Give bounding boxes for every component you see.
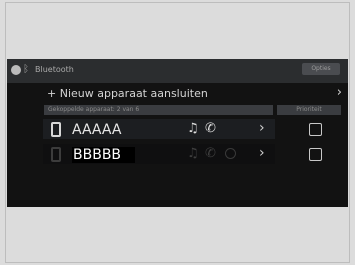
options-button[interactable]: Opties (302, 63, 340, 75)
device-name: BBBBB (72, 147, 136, 163)
add-device-label: + Nieuw apparaat aansluiten (47, 87, 208, 100)
add-device-row[interactable]: + Nieuw apparaat aansluiten › (7, 83, 348, 105)
title-bar: ᛒ Bluetooth Opties (7, 59, 348, 83)
priority-checkbox[interactable] (309, 123, 322, 136)
bluetooth-icon: ᛒ (23, 64, 29, 75)
music-icon: ♫ (187, 146, 199, 161)
phone-call-icon: ✆ (205, 121, 216, 136)
priority-header: Prioriteit (277, 105, 341, 115)
device-row[interactable]: BBBBB ♫ ✆ › (43, 144, 275, 164)
music-icon: ♫ (187, 121, 199, 136)
chevron-right-icon: › (336, 85, 342, 100)
paired-devices-header: Gekoppelde apparaat: 2 van 6 (44, 105, 273, 115)
device-row[interactable]: AAAAA ♫ ✆ › (43, 119, 275, 139)
phone-icon (51, 122, 61, 137)
settings-icon[interactable] (11, 65, 21, 75)
phone-icon (51, 147, 61, 162)
page-title: Bluetooth (35, 65, 74, 74)
bluetooth-screen: ᛒ Bluetooth Opties + Nieuw apparaat aans… (7, 59, 348, 207)
device-name: AAAAA (72, 122, 122, 138)
media-icon (225, 148, 236, 159)
paired-count-label: Gekoppelde apparaat: 2 van 6 (48, 106, 140, 113)
phone-call-icon: ✆ (205, 146, 216, 161)
chevron-right-icon: › (259, 145, 265, 161)
priority-checkbox[interactable] (309, 148, 322, 161)
chevron-right-icon: › (259, 120, 265, 136)
